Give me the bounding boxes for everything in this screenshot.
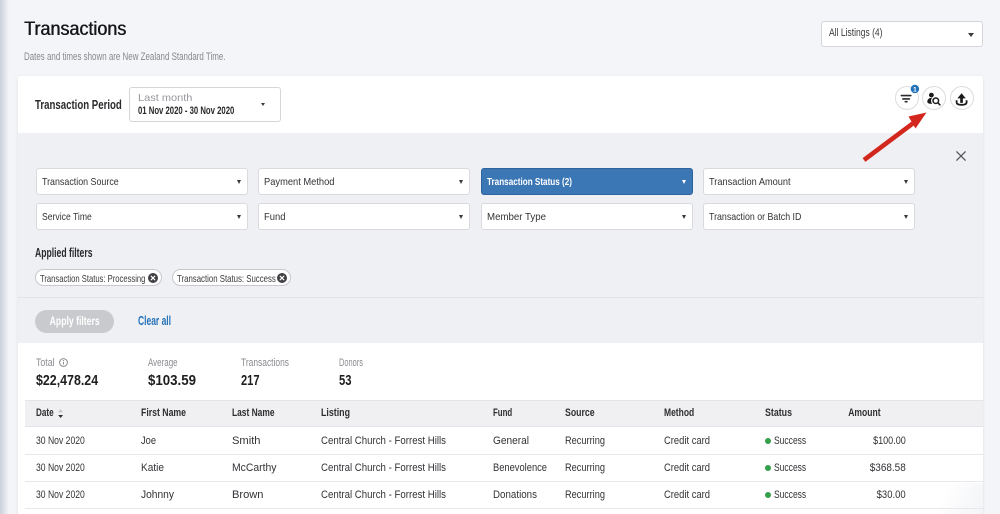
svg-text:1: 1: [913, 86, 917, 93]
